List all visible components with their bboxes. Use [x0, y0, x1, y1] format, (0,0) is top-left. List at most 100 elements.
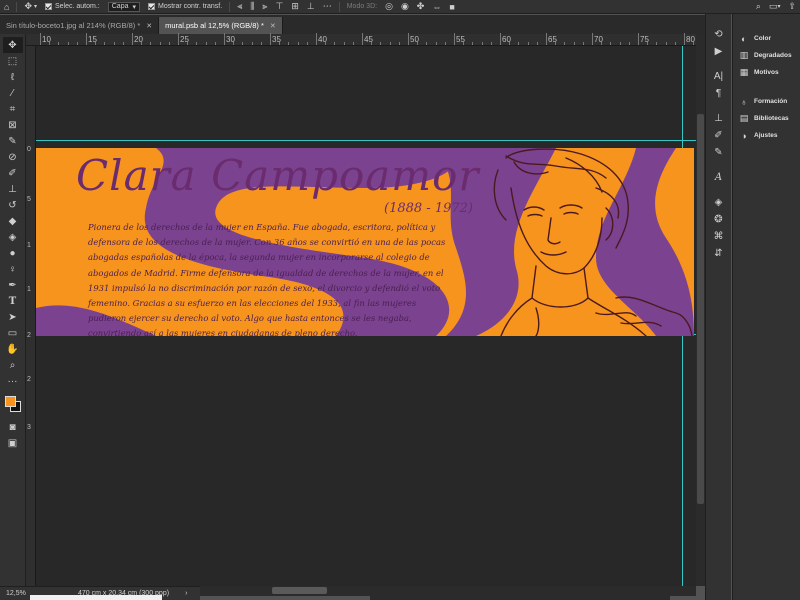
checkbox-checked[interactable]	[45, 3, 52, 10]
zoom-tool[interactable]: ⌕	[3, 357, 23, 373]
eyedropper-tool[interactable]: ✎	[3, 133, 23, 149]
orbit-3d-button[interactable]: ◎	[381, 0, 397, 14]
ruler-tick	[693, 42, 695, 45]
character-panel-button[interactable]: A|	[709, 68, 729, 85]
distribute-button[interactable]: ⋯	[319, 0, 336, 14]
tab-mural[interactable]: mural.psb al 12,5% (RGB/8) * ✕	[159, 17, 283, 34]
checkbox-checked[interactable]	[148, 3, 155, 10]
properties-panel-button[interactable]: ⇵	[709, 245, 729, 262]
hand-tool[interactable]: ✋	[3, 341, 23, 357]
color-swatches[interactable]	[3, 393, 23, 415]
move-tool-preset[interactable]: ✥ ▾	[20, 0, 41, 14]
vertical-ruler[interactable]: 0 5 1 1 2 2 3	[26, 46, 36, 586]
horizontal-ruler[interactable]: 10 15 20 25 30 35 40 45 50 55 60 65 70 75 80	[26, 33, 722, 46]
ruler-tick	[509, 42, 511, 45]
chevron-right-icon[interactable]: ›	[185, 590, 187, 597]
stamp-tool[interactable]: ⊥	[3, 181, 23, 197]
panel-adjustments[interactable]: ◑ Ajustes	[733, 127, 800, 144]
crop-icon: ⌗	[9, 103, 16, 115]
history-panel-button[interactable]: ⟲	[709, 26, 729, 43]
path-selection-tool[interactable]: ➤	[3, 309, 23, 325]
scale-3d-button[interactable]: ■	[445, 0, 458, 14]
shape-tool[interactable]: ▭	[3, 325, 23, 341]
align-bottom-icon: ⊥	[306, 1, 315, 11]
align-center-button[interactable]: ⫼	[246, 0, 258, 14]
frame-icon: ⊠	[8, 119, 17, 131]
magic-wand-tool[interactable]: ⁄	[3, 85, 23, 101]
ruler-tick	[104, 42, 106, 45]
align-top-button[interactable]: ⊤	[271, 0, 287, 14]
foreground-color-swatch[interactable]	[4, 396, 16, 407]
horizontal-scrollbar[interactable]	[200, 586, 696, 596]
crop-tool[interactable]: ⌗	[3, 101, 23, 117]
hand-icon: ✋	[6, 343, 19, 355]
ruler-tick	[251, 42, 253, 45]
type-tool[interactable]: T	[3, 293, 23, 309]
brushes-panel-button[interactable]: ✎	[709, 144, 729, 161]
healing-tool[interactable]: ⊘	[3, 149, 23, 165]
ruler-tick	[426, 42, 428, 45]
share-button[interactable]: ⇪	[784, 0, 800, 14]
align-bottom-button[interactable]: ⊥	[303, 0, 319, 14]
panel-color[interactable]: ◐ Color	[733, 30, 800, 47]
panel-learn[interactable]: ♁ Formación	[733, 93, 800, 110]
ruler-tick	[582, 42, 584, 45]
ruler-tick	[518, 42, 520, 45]
guide-horizontal[interactable]	[36, 140, 696, 141]
blur-tool[interactable]: ●	[3, 245, 23, 261]
history-brush-icon: ↺	[8, 199, 17, 211]
slide-3d-button[interactable]: ⇔	[428, 0, 445, 14]
close-icon[interactable]: ✕	[146, 22, 152, 30]
eraser-icon: ◆	[8, 215, 17, 227]
taskbar-strip	[30, 595, 162, 600]
vertical-scrollbar[interactable]	[696, 34, 705, 586]
actions-panel-button[interactable]: ▶	[709, 43, 729, 60]
panel-libraries[interactable]: ▤ Bibliotecas	[733, 110, 800, 127]
align-right-button[interactable]: ⫸	[258, 0, 271, 14]
pen-tool[interactable]: ✒	[3, 277, 23, 293]
scrollbar-thumb[interactable]	[272, 587, 327, 594]
align-middle-button[interactable]: ⊞	[287, 0, 303, 14]
channels-panel-button[interactable]: ❂	[709, 211, 729, 228]
eraser-tool[interactable]: ◆	[3, 213, 23, 229]
paragraph-panel-button[interactable]: ¶	[709, 85, 729, 102]
layers-panel-button[interactable]: ◈	[709, 194, 729, 211]
zoom-level[interactable]: 12,5%	[0, 590, 30, 597]
paint-bucket-tool[interactable]: ◈	[3, 229, 23, 245]
channels-icon: ❂	[714, 214, 723, 225]
home-button[interactable]: ⌂	[0, 0, 13, 14]
auto-select-checkbox[interactable]: Selec. autom.:	[41, 0, 104, 14]
glyphs-panel-button[interactable]: A	[709, 169, 729, 186]
ruler-tick	[297, 42, 299, 45]
more-tools-button[interactable]: ···	[3, 373, 23, 389]
clone-source-panel-button[interactable]: ⊥	[709, 110, 729, 127]
pan-3d-button[interactable]: ✤	[413, 0, 429, 14]
move-tool[interactable]: ✥	[2, 37, 23, 53]
brush-settings-panel-button[interactable]: ✐	[709, 127, 729, 144]
frame-tool[interactable]: ⊠	[3, 117, 23, 133]
show-transform-checkbox[interactable]: Mostrar contr. transf.	[144, 0, 226, 14]
close-icon[interactable]: ✕	[270, 22, 276, 30]
workspace-button[interactable]: ▭ ▾	[765, 0, 785, 14]
panel-patterns[interactable]: ▦ Motivos	[733, 64, 800, 81]
ruler-tick	[546, 33, 547, 45]
paths-panel-button[interactable]: ⌘	[709, 228, 729, 245]
lasso-tool[interactable]: ℓ	[3, 69, 23, 85]
dodge-tool[interactable]: ♀	[3, 261, 23, 277]
quick-mask-button[interactable]: ◙	[3, 419, 23, 435]
brush-tool[interactable]: ✐	[3, 165, 23, 181]
canvas-area[interactable]: Clara Campoamor (1888 - 1972) Pionera de…	[36, 46, 696, 586]
ruler-tick	[417, 42, 419, 45]
panel-gradients[interactable]: ▥ Degradados	[733, 47, 800, 64]
layer-select[interactable]: Capa ▾	[107, 1, 140, 12]
history-brush-tool[interactable]: ↺	[3, 197, 23, 213]
scrollbar-thumb[interactable]	[697, 114, 704, 504]
tab-boceto[interactable]: Sin título-boceto1.jpg al 214% (RGB/8) *…	[0, 17, 160, 34]
screen-mode-button[interactable]: ▣	[3, 435, 23, 451]
pen-icon: ✒	[8, 279, 17, 291]
search-button[interactable]: ⌕	[752, 0, 765, 14]
roll-3d-button[interactable]: ◉	[397, 0, 413, 14]
marquee-tool[interactable]: ⬚	[3, 53, 23, 69]
adjustments-icon: ◑	[741, 130, 747, 141]
align-left-button[interactable]: ⫷	[233, 0, 246, 14]
